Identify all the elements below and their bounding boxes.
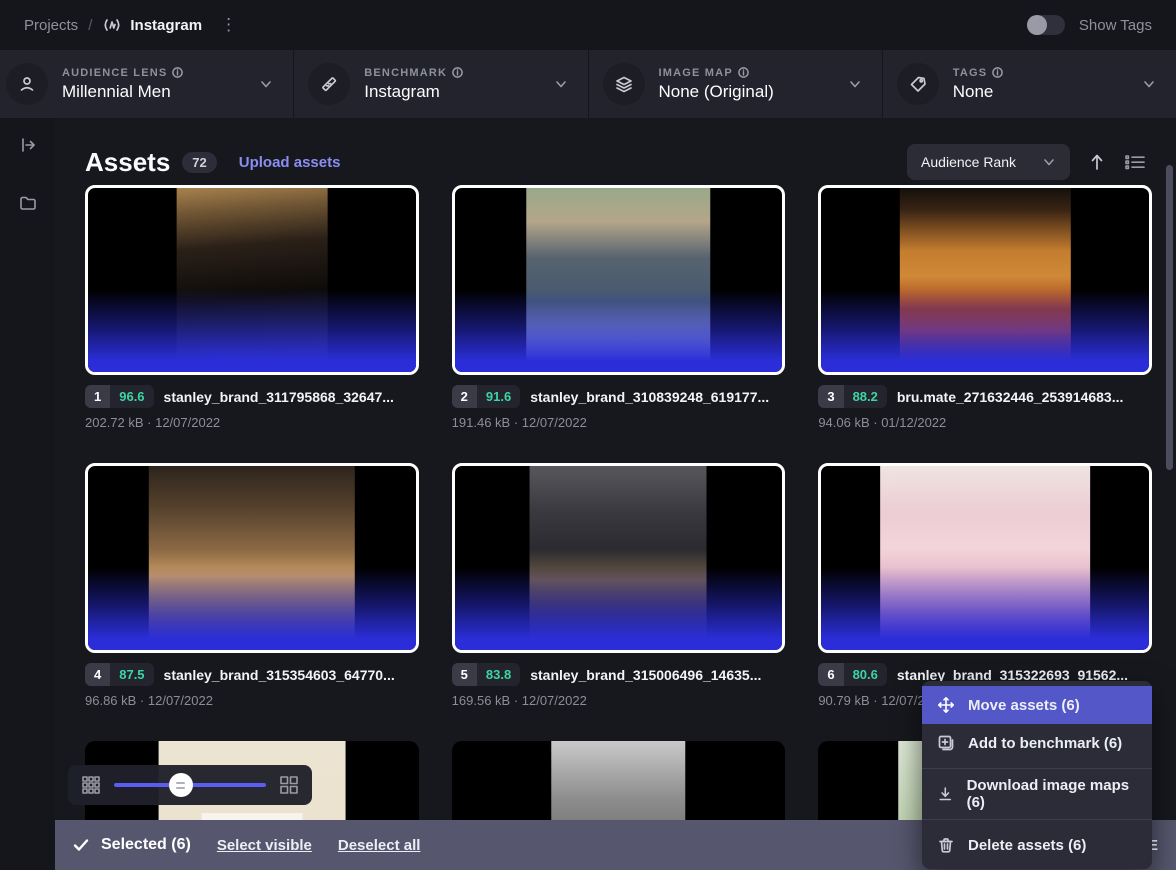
chevron-down-icon[interactable] <box>1142 77 1156 91</box>
rank-score-badge: 6 80.6 <box>818 663 887 686</box>
heatmap-gradient-overlay <box>88 466 416 650</box>
collapse-panel-icon[interactable] <box>0 132 55 158</box>
top-bar: Projects / Instagram ⋮ Show Tags <box>0 0 1176 50</box>
rank-score-badge: 3 88.2 <box>818 385 887 408</box>
large-grid-icon <box>280 776 298 794</box>
person-icon <box>6 63 48 105</box>
show-tags-label: Show Tags <box>1078 16 1152 34</box>
asset-card[interactable]: 2 91.6 stanley_brand_310839248_619177... … <box>451 185 786 430</box>
filter-value: Instagram <box>364 81 440 101</box>
asset-card[interactable]: 5 83.8 stanley_brand_315006496_14635... 1… <box>451 463 786 708</box>
download-icon <box>939 787 952 801</box>
folder-icon[interactable] <box>0 190 55 216</box>
chevron-down-icon[interactable] <box>259 77 273 91</box>
heatmap-gradient-overlay <box>454 466 783 650</box>
asset-meta: 191.46 kB · 12/07/2022 <box>451 415 587 430</box>
filter-label: IMAGE MAP <box>658 66 733 79</box>
zoom-slider-track[interactable] <box>114 773 266 797</box>
menu-item-label: Move assets (6) <box>968 696 1080 714</box>
small-grid-icon <box>82 776 100 794</box>
broadcast-icon <box>102 15 122 35</box>
chevron-down-icon[interactable] <box>848 77 862 91</box>
breadcrumb-projects[interactable]: Projects <box>24 17 78 34</box>
filter-value: Millennial Men <box>62 81 171 101</box>
asset-filename: stanley_brand_310839248_619177... <box>530 388 770 405</box>
menu-item-label: Add to benchmark (6) <box>968 734 1123 752</box>
upload-assets-link[interactable]: Upload assets <box>239 154 341 171</box>
grid-zoom-control <box>68 765 312 805</box>
asset-card[interactable]: 3 88.2 bru.mate_271632446_253914683... 94… <box>818 185 1152 430</box>
zoom-slider-handle[interactable] <box>168 773 193 797</box>
sort-dropdown[interactable]: Audience Rank <box>907 144 1070 180</box>
filter-label: TAGS <box>952 66 988 79</box>
filter-tags[interactable]: TAGS None <box>882 50 1176 118</box>
menu-item-delete-assets[interactable]: Delete assets (6) <box>922 826 1152 864</box>
asset-meta: 94.06 kB · 01/12/2022 <box>818 415 947 430</box>
filter-label: AUDIENCE LENS <box>62 66 168 79</box>
asset-meta: 202.72 kB · 12/07/2022 <box>85 415 221 430</box>
menu-item-download-image-maps[interactable]: Download image maps (6) <box>922 775 1152 813</box>
rank-score-badge: 5 83.8 <box>451 663 521 686</box>
asset-filename: stanley_brand_315354603_64770... <box>163 666 395 683</box>
deselect-all-link[interactable]: Deselect all <box>338 837 421 854</box>
vertical-scrollbar-thumb[interactable] <box>1166 165 1173 470</box>
asset-filename: bru.mate_271632446_253914683... <box>896 388 1124 405</box>
filter-value: None <box>952 81 994 101</box>
menu-item-move-assets[interactable]: Move assets (6) <box>922 686 1152 724</box>
asset-meta: 169.56 kB · 12/07/2022 <box>451 693 587 708</box>
page-title: Assets <box>85 146 171 177</box>
menu-item-label: Delete assets (6) <box>968 836 1087 854</box>
selected-count-label: Selected (6) <box>101 836 191 853</box>
breadcrumb-separator: / <box>88 16 93 34</box>
filter-label: BENCHMARK <box>364 66 448 79</box>
asset-card[interactable]: 1 96.6 stanley_brand_311795868_32647... 2… <box>85 185 419 430</box>
heatmap-gradient-overlay <box>454 188 783 372</box>
breadcrumb-project-name[interactable]: Instagram <box>130 17 202 34</box>
layers-icon <box>602 63 645 105</box>
ruler-icon <box>308 63 351 105</box>
tag-icon <box>896 63 939 105</box>
select-visible-link[interactable]: Select visible <box>217 837 312 854</box>
rank-score-badge: 4 87.5 <box>85 663 154 686</box>
move-icon <box>937 696 955 714</box>
asset-filename: stanley_brand_315006496_14635... <box>530 666 762 683</box>
filter-audience-lens[interactable]: AUDIENCE LENS Millennial Men <box>0 50 294 118</box>
heatmap-gradient-overlay <box>821 188 1149 372</box>
sort-direction-arrow-icon[interactable] <box>1088 152 1106 172</box>
trash-icon <box>939 838 953 853</box>
sort-dropdown-value: Audience Rank <box>921 154 1016 170</box>
filter-image-map[interactable]: IMAGE MAP None (Original) <box>588 50 882 118</box>
chevron-down-icon[interactable] <box>554 77 568 91</box>
heatmap-gradient-overlay <box>88 188 416 372</box>
asset-card[interactable]: 6 80.6 stanley_brand_315322693_91562... 9… <box>818 463 1152 708</box>
menu-item-label: Download image maps (6) <box>966 777 1130 811</box>
info-icon <box>992 67 1004 78</box>
rank-score-badge: 2 91.6 <box>451 385 521 408</box>
asset-card[interactable]: 4 87.5 stanley_brand_315354603_64770... 9… <box>85 463 419 708</box>
filter-bar: AUDIENCE LENS Millennial Men BENCHMARK I… <box>0 50 1176 118</box>
add-benchmark-icon <box>938 735 954 751</box>
menu-item-add-to-benchmark[interactable]: Add to benchmark (6) <box>922 724 1152 762</box>
filter-benchmark[interactable]: BENCHMARK Instagram <box>294 50 588 118</box>
check-icon <box>73 839 89 851</box>
heatmap-gradient-overlay <box>821 466 1149 650</box>
info-icon <box>172 67 184 78</box>
toggle-knob <box>1026 15 1047 35</box>
show-tags-toggle[interactable] <box>1026 15 1065 35</box>
filter-value: None (Original) <box>658 81 774 101</box>
assets-count-badge: 72 <box>182 151 217 173</box>
info-icon <box>738 67 749 78</box>
asset-meta: 96.86 kB · 12/07/2022 <box>85 693 213 708</box>
menu-divider <box>922 768 1152 769</box>
list-view-icon[interactable] <box>1124 152 1146 172</box>
asset-filename: stanley_brand_311795868_32647... <box>163 388 394 405</box>
context-menu: Move assets (6) Add to benchmark (6) Dow… <box>922 681 1152 869</box>
rank-score-badge: 1 96.6 <box>85 385 154 408</box>
left-rail <box>0 118 55 870</box>
project-menu-kebab-icon[interactable]: ⋮ <box>220 16 237 33</box>
menu-divider <box>922 819 1152 820</box>
chevron-down-icon <box>1044 159 1054 166</box>
info-icon <box>452 67 463 78</box>
